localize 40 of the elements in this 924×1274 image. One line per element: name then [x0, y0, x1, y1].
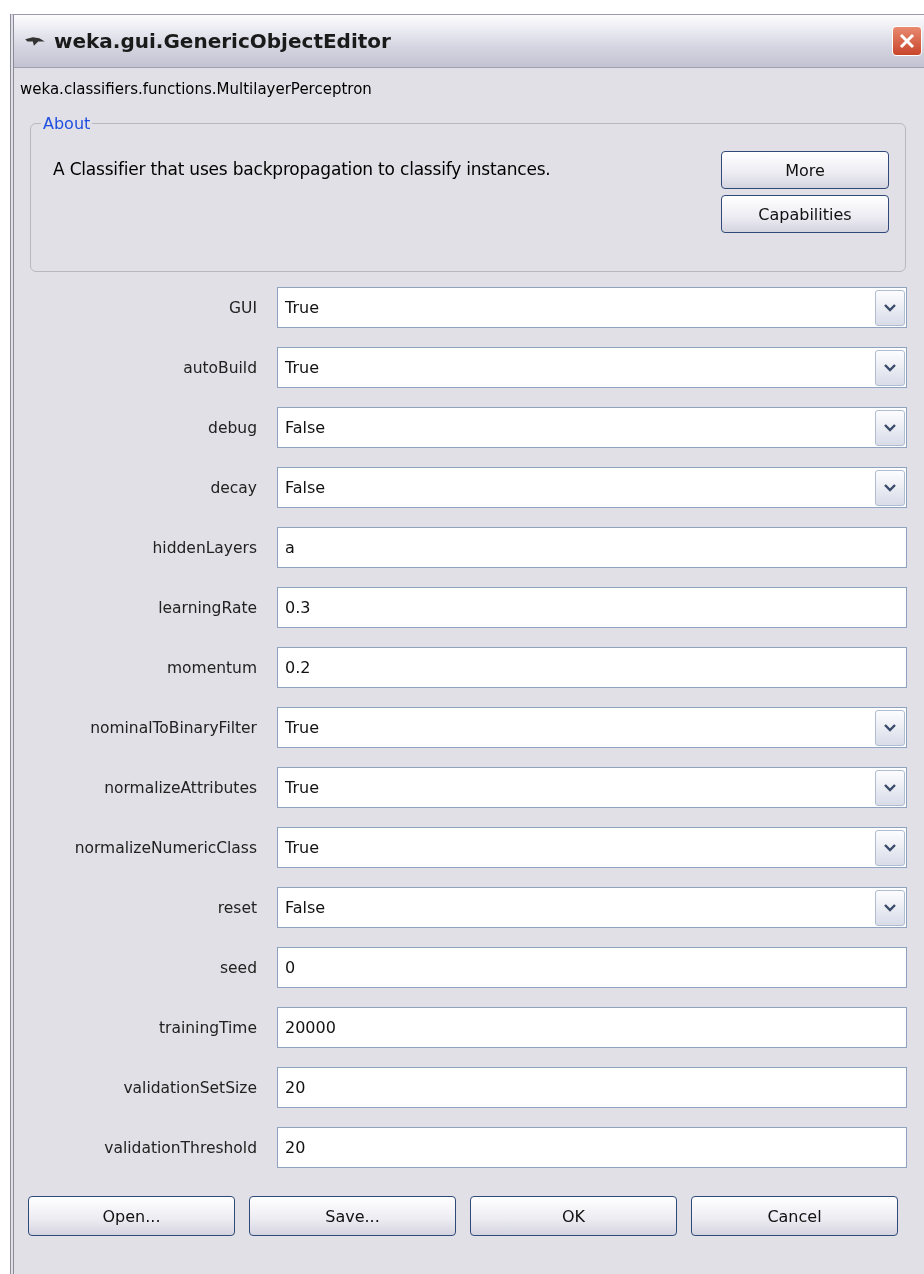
group-label: About [42, 114, 92, 133]
input-field[interactable]: 0 [277, 947, 907, 988]
dialog-button[interactable]: Save... [249, 1196, 456, 1236]
property-label: seed [219, 958, 257, 977]
input-field[interactable]: 20 [277, 1067, 907, 1108]
property-label: normalizeAttributes [103, 778, 257, 797]
property-label: trainingTime [158, 1018, 257, 1037]
about-button[interactable]: Capabilities [721, 195, 889, 233]
property-label: hiddenLayers [151, 538, 257, 557]
property-label: reset [216, 898, 257, 917]
dropdown[interactable]: True [277, 707, 907, 748]
property-label: debug [207, 418, 257, 437]
property-label: decay [209, 478, 257, 497]
dropdown[interactable]: True [277, 827, 907, 868]
input-field[interactable]: 0.3 [277, 587, 907, 628]
dropdown[interactable]: True [277, 287, 907, 328]
dialog-button[interactable]: Cancel [691, 1196, 898, 1236]
description-text: A Classifier that uses backpropagation to classify instances. [53, 159, 551, 179]
window-title: weka.gui.GenericObjectEditor [54, 29, 392, 53]
about-button[interactable]: More [721, 151, 889, 189]
property-label: momentum [165, 658, 257, 677]
class-name: weka.classifiers.functions.MultilayerPerceptron [19, 80, 373, 100]
input-field[interactable]: 20 [277, 1127, 907, 1168]
property-label: autoBuild [182, 358, 257, 377]
dropdown[interactable]: False [277, 887, 907, 928]
input-field[interactable]: 0.2 [277, 647, 907, 688]
property-label: normalizeNumericClass [73, 838, 257, 857]
input-field[interactable]: 20000 [277, 1007, 907, 1048]
dialog-button[interactable]: OK [470, 1196, 677, 1236]
property-label: validationThreshold [103, 1138, 257, 1157]
dropdown[interactable]: True [277, 767, 907, 808]
dropdown[interactable]: False [277, 467, 907, 508]
dialog-button[interactable]: Open... [28, 1196, 235, 1236]
input-field[interactable]: a [277, 527, 907, 568]
property-label: nominalToBinaryFilter [89, 718, 257, 737]
property-label: validationSetSize [122, 1078, 257, 1097]
dropdown[interactable]: False [277, 407, 907, 448]
dropdown[interactable]: True [277, 347, 907, 388]
property-label: learningRate [157, 598, 257, 617]
property-label: GUI [228, 298, 257, 317]
